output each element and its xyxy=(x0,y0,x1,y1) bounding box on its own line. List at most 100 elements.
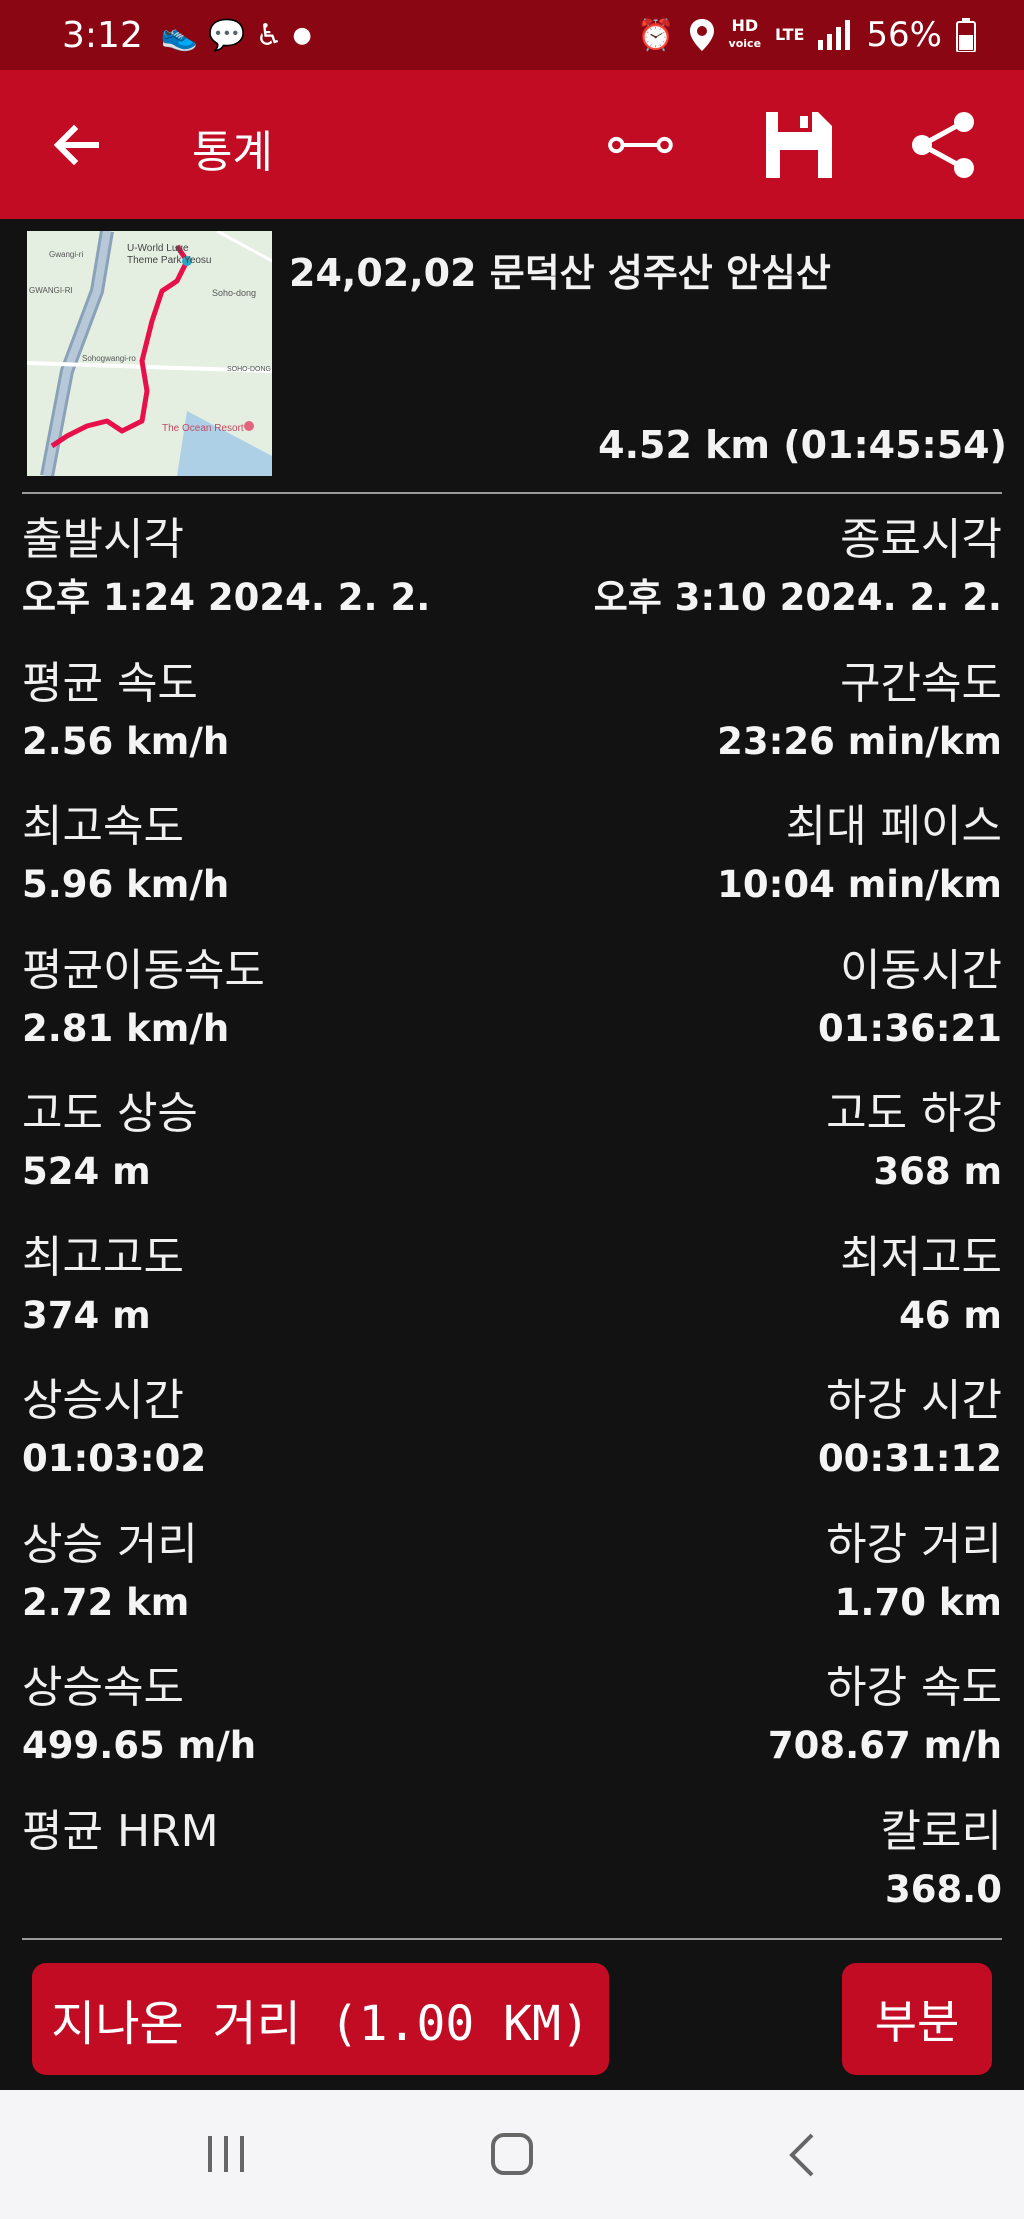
stat-value: 2.56 km/h xyxy=(22,719,230,763)
stat-value: 708.67 m/h xyxy=(767,1724,1002,1767)
stat-calories: 칼로리 368.0 xyxy=(881,1802,1002,1918)
stat-value: 1.70 km xyxy=(834,1580,1002,1624)
stat-max-altitude: 최고고도 374 m xyxy=(22,1228,184,1344)
signal-icon xyxy=(818,20,851,50)
stat-value: 368.0 xyxy=(884,1867,1002,1911)
map-label-park-2: Theme Park Yeosu xyxy=(127,255,212,266)
accessibility-icon: ♿ xyxy=(255,17,283,53)
stat-max-speed: 최고속도 5.96 km/h xyxy=(22,797,229,913)
map-label-park: U-World Luge xyxy=(127,243,189,254)
route-segment-icon[interactable] xyxy=(607,110,677,180)
chat-notification-icon: 💬 xyxy=(208,17,246,53)
status-right: ⏰ HD voice LTE 56% xyxy=(637,15,976,55)
stat-ascent-time: 상승시간 01:03:02 xyxy=(22,1371,206,1487)
back-nav-icon[interactable] xyxy=(784,2132,820,2178)
stat-avg-speed: 평균 속도 2.56 km/h xyxy=(22,654,229,770)
stat-ascent-speed: 상승속도 499.65 m/h xyxy=(22,1658,256,1774)
stat-row: 출발시각 오후 1:24 2024. 2. 2. 종료시각 오후 3:10 20… xyxy=(22,510,1002,654)
stat-label: 최저고도 xyxy=(840,1231,1002,1283)
divider-bottom xyxy=(22,1938,1002,1940)
run-notification-icon: 👟 xyxy=(160,17,199,53)
map-label-gwangi-ri: GWANGI-RI xyxy=(29,286,73,295)
stat-label: 평균 HRM xyxy=(22,1805,219,1857)
stat-descent-speed: 하강 속도 708.67 m/h xyxy=(768,1658,1002,1774)
hd-voice-indicator: HD voice xyxy=(729,18,761,52)
stat-value: 10:04 min/km xyxy=(717,863,1002,906)
status-time: 3:12 xyxy=(62,14,143,56)
stat-value: 23:26 min/km xyxy=(717,719,1002,763)
stat-value: 2.81 km/h xyxy=(22,1006,230,1050)
stat-value: 5.96 km/h xyxy=(22,863,230,906)
stat-elevation-loss: 고도 하강 368 m xyxy=(826,1084,1002,1200)
stat-ascent-distance: 상승 거리 2.72 km xyxy=(22,1515,198,1631)
stat-label: 하강 시간 xyxy=(826,1375,1002,1426)
stat-label: 종료시각 xyxy=(840,514,1002,565)
stat-label: 상승속도 xyxy=(22,1662,184,1713)
recent-apps-icon[interactable] xyxy=(204,2134,248,2174)
stat-moving-time: 이동시간 01:36:21 xyxy=(818,941,1002,1057)
dot-icon: ● xyxy=(292,22,312,48)
stat-value: 374 m xyxy=(22,1293,151,1337)
stat-avg-moving-speed: 평균이동속도 2.81 km/h xyxy=(22,941,265,1057)
route-total-distance-time: 4.52 km (01:45:54) xyxy=(598,423,1007,467)
stat-min-altitude: 최저고도 46 m xyxy=(840,1228,1002,1344)
stat-value: 2.72 km xyxy=(22,1580,190,1624)
stat-label: 구간속도 xyxy=(840,657,1002,709)
system-nav-bar xyxy=(0,2090,1024,2219)
save-icon[interactable] xyxy=(764,110,834,180)
stat-label: 평균이동속도 xyxy=(22,944,265,996)
stat-value: 00:31:12 xyxy=(817,1437,1002,1480)
app-bar: 통계 xyxy=(0,70,1024,219)
map-label-soho: Soho-dong xyxy=(212,288,256,298)
stat-value: 524 m xyxy=(22,1150,151,1193)
stat-label: 하강 거리 xyxy=(826,1518,1002,1570)
stat-row: 평균 속도 2.56 km/h 구간속도 23:26 min/km xyxy=(22,654,1002,798)
stat-label: 평균 속도 xyxy=(22,657,198,709)
stat-elevation-gain: 고도 상승 524 m xyxy=(22,1084,198,1200)
battery-icon xyxy=(956,18,976,52)
distance-traveled-button[interactable]: 지나온 거리 (1.00 KM) xyxy=(32,1963,609,2075)
partial-button[interactable]: 부분 xyxy=(842,1963,992,2075)
back-arrow-icon[interactable] xyxy=(48,117,104,173)
stat-descent-time: 하강 시간 00:31:12 xyxy=(818,1371,1002,1487)
stat-label: 칼로리 xyxy=(880,1805,1002,1857)
share-icon[interactable] xyxy=(908,110,978,180)
stat-value: 오후 1:24 2024. 2. 2. xyxy=(22,576,431,619)
hd-label: HD xyxy=(731,16,759,35)
stat-row: 고도 상승 524 m 고도 하강 368 m xyxy=(22,1084,1002,1228)
stat-start-time: 출발시각 오후 1:24 2024. 2. 2. xyxy=(22,510,430,626)
voice-label: voice xyxy=(728,37,762,50)
home-icon[interactable] xyxy=(490,2132,534,2176)
stat-pace: 구간속도 23:26 min/km xyxy=(717,654,1002,770)
stat-descent-distance: 하강 거리 1.70 km xyxy=(826,1515,1002,1631)
divider-top xyxy=(22,492,1002,494)
map-drawing: U-World Luge Theme Park Yeosu Gwangi-ri … xyxy=(27,231,272,476)
stat-row: 평균이동속도 2.81 km/h 이동시간 01:36:21 xyxy=(22,941,1002,1085)
status-bar: 3:12 👟 💬 ♿ ● ⏰ HD voice LTE 56% xyxy=(0,0,1024,70)
stat-label: 최고속도 xyxy=(22,801,184,852)
stat-row: 최고속도 5.96 km/h 최대 페이스 10:04 min/km xyxy=(22,797,1002,941)
stat-label: 고도 하강 xyxy=(826,1088,1002,1139)
page-title: 통계 xyxy=(192,127,273,178)
stat-label: 고도 상승 xyxy=(22,1088,198,1139)
route-map-thumbnail[interactable]: U-World Luge Theme Park Yeosu Gwangi-ri … xyxy=(27,231,272,476)
stat-avg-hrm: 평균 HRM xyxy=(22,1802,219,1862)
stat-value: 499.65 m/h xyxy=(22,1724,257,1767)
stat-max-pace: 최대 페이스 10:04 min/km xyxy=(717,797,1002,913)
track-summary: U-World Luge Theme Park Yeosu Gwangi-ri … xyxy=(22,228,1007,478)
stat-row: 상승 거리 2.72 km 하강 거리 1.70 km xyxy=(22,1515,1002,1659)
location-icon xyxy=(689,19,714,51)
stat-row: 평균 HRM 칼로리 368.0 xyxy=(22,1802,1002,1946)
map-label-soho-dong: SOHO-DONG xyxy=(227,366,271,373)
stat-end-time: 종료시각 오후 3:10 2024. 2. 2. xyxy=(594,510,1002,626)
map-label-resort: The Ocean Resort xyxy=(162,423,244,434)
alarm-icon: ⏰ xyxy=(637,17,675,53)
stat-row: 최고고도 374 m 최저고도 46 m xyxy=(22,1228,1002,1372)
stat-row: 상승시간 01:03:02 하강 시간 00:31:12 xyxy=(22,1371,1002,1515)
route-name: 24,02,02 문덕산 성주산 안심산 xyxy=(289,251,831,295)
stat-row: 상승속도 499.65 m/h 하강 속도 708.67 m/h xyxy=(22,1658,1002,1802)
stat-label: 상승 거리 xyxy=(22,1518,198,1570)
stat-label: 최대 페이스 xyxy=(785,801,1002,852)
map-label-road: Sohogwangi-ro xyxy=(82,354,136,363)
map-label-gwangi: Gwangi-ri xyxy=(49,250,83,259)
